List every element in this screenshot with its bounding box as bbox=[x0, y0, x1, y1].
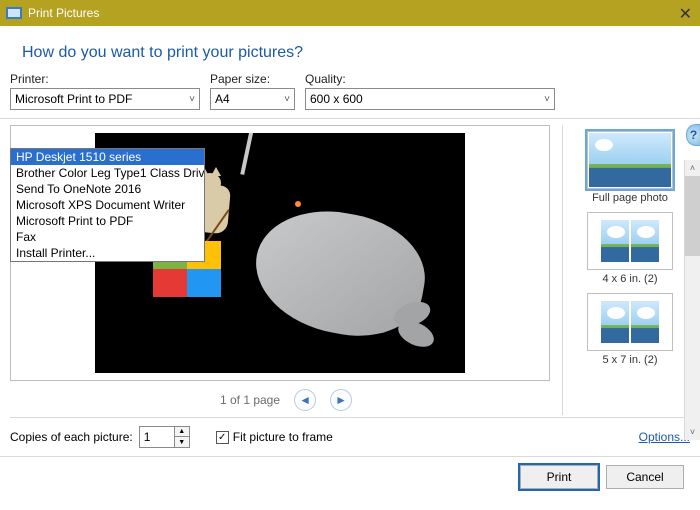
templates-scrollbar[interactable]: ˄ ˅ bbox=[684, 160, 700, 440]
quality-selected-value: 600 x 600 bbox=[310, 92, 363, 106]
options-link[interactable]: Options... bbox=[639, 430, 690, 444]
options-row: Printer: Microsoft Print to PDF ˅ Paper … bbox=[0, 72, 700, 116]
scroll-up-icon[interactable]: ˄ bbox=[685, 160, 700, 176]
close-icon[interactable]: ✕ bbox=[679, 4, 692, 24]
print-button[interactable]: Print bbox=[520, 465, 598, 489]
template-caption: 4 x 6 in. (2) bbox=[602, 273, 657, 285]
chevron-down-icon: ˅ bbox=[189, 94, 195, 105]
template-4x6[interactable]: 4 x 6 in. (2) bbox=[587, 212, 673, 285]
page-count-text: 1 of 1 page bbox=[220, 393, 280, 407]
printer-option[interactable]: Microsoft XPS Document Writer bbox=[11, 197, 204, 213]
scroll-down-icon[interactable]: ˅ bbox=[685, 424, 700, 440]
separator bbox=[10, 417, 690, 418]
template-caption: Full page photo bbox=[592, 192, 668, 204]
fit-to-frame-label: Fit picture to frame bbox=[233, 430, 333, 444]
printer-option[interactable]: Fax bbox=[11, 229, 204, 245]
quality-label: Quality: bbox=[305, 72, 555, 86]
copies-spinner[interactable]: ▲ ▼ bbox=[139, 426, 190, 448]
copies-down-button[interactable]: ▼ bbox=[175, 437, 189, 447]
cancel-button[interactable]: Cancel bbox=[606, 465, 684, 489]
copies-up-button[interactable]: ▲ bbox=[175, 427, 189, 437]
paper-size-selected-value: A4 bbox=[215, 92, 230, 106]
chevron-down-icon: ˅ bbox=[284, 94, 290, 105]
layout-templates: Full page photo 4 x 6 in. (2) 5 x 7 in. … bbox=[562, 125, 697, 415]
template-5x7[interactable]: 5 x 7 in. (2) bbox=[587, 293, 673, 366]
copies-input[interactable] bbox=[139, 426, 175, 448]
printer-option[interactable]: Microsoft Print to PDF bbox=[11, 213, 204, 229]
chevron-down-icon: ˅ bbox=[544, 94, 550, 105]
template-full-page[interactable]: Full page photo bbox=[587, 131, 673, 204]
fit-to-frame-checkbox[interactable]: ✓ Fit picture to frame bbox=[216, 430, 333, 444]
scrollbar-thumb[interactable] bbox=[685, 176, 700, 256]
printer-option[interactable]: Send To OneNote 2016 bbox=[11, 181, 204, 197]
prev-page-button[interactable]: ◄ bbox=[294, 389, 316, 411]
titlebar[interactable]: Print Pictures ✕ bbox=[0, 0, 700, 26]
printer-selected-value: Microsoft Print to PDF bbox=[15, 92, 132, 106]
printer-option[interactable]: Install Printer... bbox=[11, 245, 204, 261]
pager: 1 of 1 page ◄ ► bbox=[10, 381, 562, 415]
printer-dropdown-list[interactable]: HP Deskjet 1510 seriesBrother Color Leg … bbox=[10, 148, 205, 262]
paper-size-dropdown[interactable]: A4 ˅ bbox=[210, 88, 295, 110]
printer-option[interactable]: Brother Color Leg Type1 Class Driver bbox=[11, 165, 204, 181]
quality-dropdown[interactable]: 600 x 600 ˅ bbox=[305, 88, 555, 110]
next-page-button[interactable]: ► bbox=[330, 389, 352, 411]
app-icon bbox=[6, 5, 22, 21]
paper-size-label: Paper size: bbox=[210, 72, 295, 86]
page-heading: How do you want to print your pictures? bbox=[0, 26, 700, 72]
printer-option[interactable]: HP Deskjet 1510 series bbox=[11, 149, 204, 165]
printer-dropdown[interactable]: Microsoft Print to PDF ˅ bbox=[10, 88, 200, 110]
template-caption: 5 x 7 in. (2) bbox=[602, 354, 657, 366]
checkbox-icon: ✓ bbox=[216, 431, 229, 444]
printer-label: Printer: bbox=[10, 72, 200, 86]
window-title: Print Pictures bbox=[28, 6, 99, 20]
copies-label: Copies of each picture: bbox=[10, 430, 133, 444]
